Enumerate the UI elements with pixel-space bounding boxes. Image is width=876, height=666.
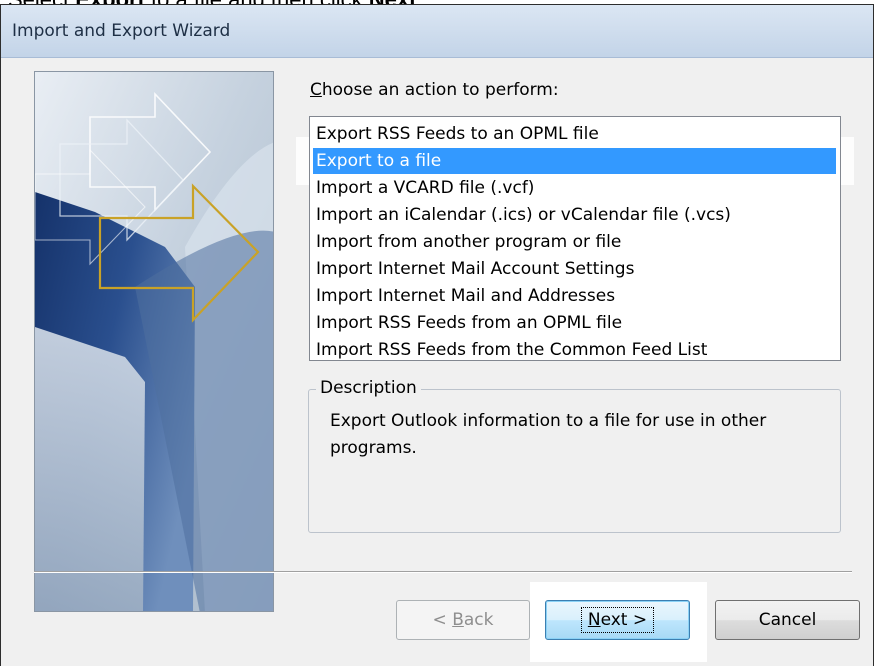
wizard-banner-image xyxy=(34,71,274,612)
list-item-export-to-file[interactable]: Export to a file xyxy=(313,148,836,174)
footer-divider xyxy=(34,571,852,573)
window-title: Import and Export Wizard xyxy=(12,21,231,41)
cancel-button[interactable]: Cancel xyxy=(715,600,860,640)
list-item-export-rss-opml[interactable]: Export RSS Feeds to an OPML file xyxy=(313,121,836,147)
list-item-import-rss-common-feed[interactable]: Import RSS Feeds from the Common Feed Li… xyxy=(313,337,836,363)
list-item-import-rss-opml[interactable]: Import RSS Feeds from an OPML file xyxy=(313,310,836,336)
list-item-import-another-program[interactable]: Import from another program or file xyxy=(313,229,836,255)
description-text: Export Outlook information to a file for… xyxy=(330,411,767,458)
action-prompt-label: Choose an action to perform: xyxy=(310,80,559,100)
description-legend: Description xyxy=(316,378,421,398)
list-item-import-vcard[interactable]: Import a VCARD file (.vcf) xyxy=(313,175,836,201)
next-button[interactable]: Next > xyxy=(545,600,690,640)
list-item-import-mail-account-settings[interactable]: Import Internet Mail Account Settings xyxy=(313,256,836,282)
back-button[interactable]: < Back xyxy=(396,600,530,640)
action-listbox[interactable]: Export RSS Feeds to an OPML file Export … xyxy=(309,116,841,361)
focus-rectangle: Next > xyxy=(580,607,655,633)
arrows-illustration xyxy=(35,72,273,611)
list-item-import-icalendar[interactable]: Import an iCalendar (.ics) or vCalendar … xyxy=(313,202,836,228)
list-item-import-mail-addresses[interactable]: Import Internet Mail and Addresses xyxy=(313,283,836,309)
title-bar[interactable]: Import and Export Wizard xyxy=(1,5,873,58)
